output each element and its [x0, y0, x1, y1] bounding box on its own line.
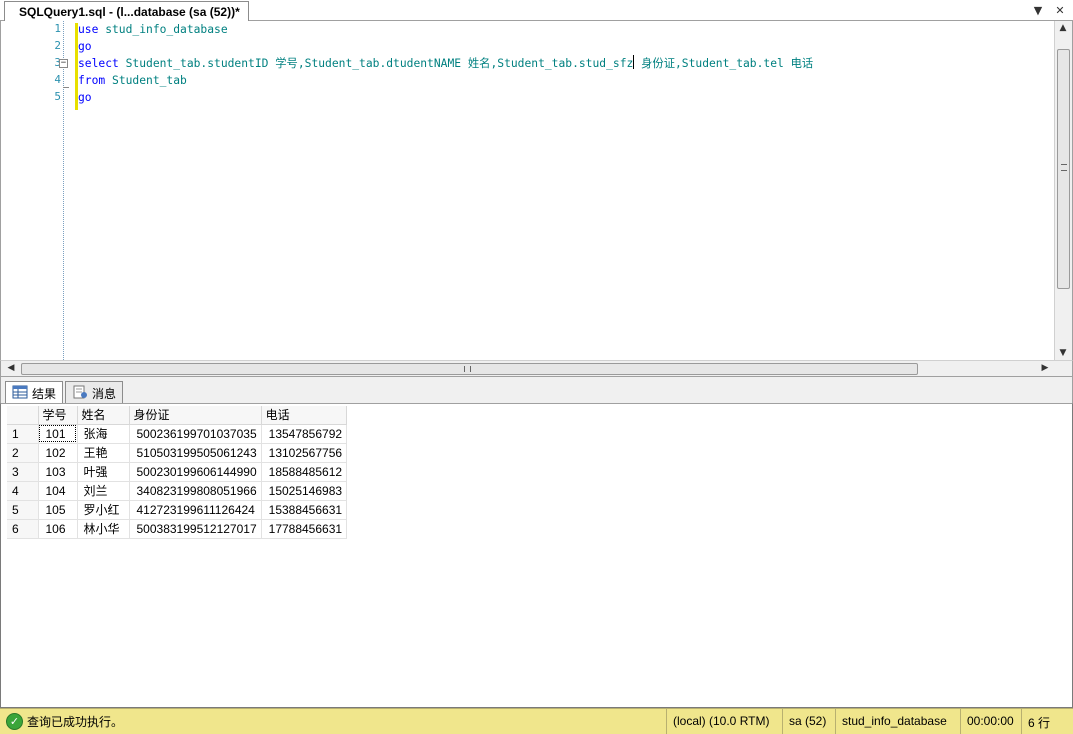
- column-header[interactable]: 姓名: [77, 406, 130, 425]
- row-number[interactable]: 4: [7, 481, 39, 501]
- grid-cell[interactable]: 340823199808051966: [129, 481, 262, 501]
- editor-gutter: 1 2 3 4 5 −: [1, 21, 78, 360]
- grid-cell[interactable]: 王艳: [77, 443, 130, 463]
- table-row[interactable]: 2 102 王艳 510503199505061243 13102567756: [7, 443, 348, 463]
- table-row[interactable]: 3 103 叶强 500230199606144990 18588485612: [7, 462, 348, 482]
- collapse-icon[interactable]: −: [59, 59, 68, 68]
- tab-tools: ▼ ✕: [1029, 2, 1069, 18]
- grid-cell[interactable]: 500230199606144990: [129, 462, 262, 482]
- keyword: select: [78, 57, 119, 70]
- close-icon[interactable]: ✕: [1051, 2, 1069, 18]
- row-number[interactable]: 3: [7, 462, 39, 482]
- query-document-tab[interactable]: SQLQuery1.sql - (l...database (sa (52))*: [4, 1, 249, 22]
- grid-cell[interactable]: 500236199701037035: [129, 424, 262, 444]
- outline-guide: [63, 21, 64, 360]
- table-row[interactable]: 5 105 罗小红 412723199611126424 15388456631: [7, 500, 348, 520]
- status-elapsed-time: 00:00:00: [960, 709, 1021, 734]
- results-grid-pane[interactable]: 学号 姓名 身份证 电话 1 101 张海 500236199701037035…: [0, 403, 1073, 708]
- results-grid[interactable]: 学号 姓名 身份证 电话 1 101 张海 500236199701037035…: [7, 406, 348, 539]
- code-text: Student_tab: [105, 74, 187, 87]
- query-editor[interactable]: 1 2 3 4 5 − use stud_info_database go se…: [0, 21, 1073, 360]
- column-header[interactable]: 身份证: [129, 406, 262, 425]
- scroll-up-arrow-icon[interactable]: ▲: [1055, 21, 1071, 35]
- grid-cell[interactable]: 104: [38, 481, 78, 501]
- code-line: use stud_info_database: [78, 21, 228, 38]
- vertical-scroll-thumb[interactable]: [1057, 49, 1070, 289]
- grip-icon: [464, 366, 471, 372]
- code-line: select Student_tab.studentID 学号,Student_…: [78, 55, 813, 72]
- grid-icon: [12, 385, 28, 399]
- status-server: (local) (10.0 RTM): [666, 709, 782, 734]
- grid-cell[interactable]: 13547856792: [261, 424, 348, 444]
- table-row[interactable]: 4 104 刘兰 340823199808051966 15025146983: [7, 481, 348, 501]
- status-message-group: ✓ 查询已成功执行。: [6, 713, 123, 730]
- grid-cell[interactable]: 510503199505061243: [129, 443, 262, 463]
- status-bar: ✓ 查询已成功执行。 (local) (10.0 RTM) sa (52) st…: [0, 708, 1073, 734]
- column-header[interactable]: 学号: [38, 406, 78, 425]
- status-database: stud_info_database: [835, 709, 960, 734]
- grid-cell[interactable]: 106: [38, 519, 78, 539]
- grid-cell[interactable]: 17788456631: [261, 519, 348, 539]
- line-number: 1: [54, 22, 61, 35]
- grid-cell[interactable]: 102: [38, 443, 78, 463]
- row-number[interactable]: 1: [7, 424, 39, 444]
- row-header-corner[interactable]: [7, 406, 39, 425]
- scroll-right-arrow-icon[interactable]: ▶: [1037, 361, 1053, 375]
- keyword: go: [78, 91, 92, 104]
- line-number: 5: [54, 90, 61, 103]
- line-number: 4: [54, 73, 61, 86]
- document-tab-strip: SQLQuery1.sql - (l...database (sa (52))*…: [0, 0, 1073, 22]
- code-text: stud_info_database: [98, 23, 228, 36]
- horizontal-scroll-thumb[interactable]: [21, 363, 918, 375]
- table-row[interactable]: 1 101 张海 500236199701037035 13547856792: [7, 424, 348, 444]
- line-number: 2: [54, 39, 61, 52]
- grid-cell[interactable]: 13102567756: [261, 443, 348, 463]
- keyword: go: [78, 40, 92, 53]
- outline-end-marker: [63, 87, 69, 88]
- grid-cell[interactable]: 叶强: [77, 462, 130, 482]
- grid-cell[interactable]: 15388456631: [261, 500, 348, 520]
- status-row-count: 6 行: [1021, 709, 1073, 734]
- grid-cell[interactable]: 林小华: [77, 519, 130, 539]
- tab-messages[interactable]: 消息: [65, 381, 124, 403]
- row-number[interactable]: 6: [7, 519, 39, 539]
- grid-cell[interactable]: 500383199512127017: [129, 519, 262, 539]
- grid-cell[interactable]: 105: [38, 500, 78, 520]
- grid-cell[interactable]: 412723199611126424: [129, 500, 262, 520]
- message-icon: [73, 385, 87, 399]
- tab-dropdown-icon[interactable]: ▼: [1029, 2, 1047, 18]
- code-line: go: [78, 89, 92, 106]
- code-line: from Student_tab: [78, 72, 187, 89]
- code-line: go: [78, 38, 92, 55]
- grid-cell[interactable]: 18588485612: [261, 462, 348, 482]
- scroll-down-arrow-icon[interactable]: ▼: [1055, 346, 1071, 360]
- editor-horizontal-scrollbar[interactable]: ◀ ▶: [0, 360, 1073, 377]
- tab-label: 结果: [32, 387, 57, 401]
- row-number[interactable]: 5: [7, 500, 39, 520]
- grid-cell[interactable]: 15025146983: [261, 481, 348, 501]
- keyword: use: [78, 23, 99, 36]
- tab-label: 消息: [92, 387, 117, 401]
- keyword: from: [78, 74, 106, 87]
- code-text: 身份证,Student_tab.tel 电话: [634, 57, 814, 70]
- line-number: 3: [54, 56, 61, 69]
- grid-cell[interactable]: 罗小红: [77, 500, 130, 520]
- grid-cell[interactable]: 101: [38, 424, 78, 444]
- editor-vertical-scrollbar[interactable]: ▲ ▼: [1054, 21, 1072, 360]
- scroll-left-arrow-icon[interactable]: ◀: [3, 361, 19, 375]
- grid-cell[interactable]: 张海: [77, 424, 130, 444]
- grid-cell[interactable]: 刘兰: [77, 481, 130, 501]
- row-number[interactable]: 2: [7, 443, 39, 463]
- grid-cell[interactable]: 103: [38, 462, 78, 482]
- tab-results[interactable]: 结果: [5, 381, 64, 404]
- column-header[interactable]: 电话: [261, 406, 348, 425]
- grid-header-row: 学号 姓名 身份证 电话: [7, 406, 348, 425]
- status-message: 查询已成功执行。: [27, 715, 124, 729]
- grip-icon: [1061, 164, 1067, 171]
- results-tab-strip: 结果 消息: [0, 377, 1073, 404]
- status-user: sa (52): [782, 709, 835, 734]
- table-row[interactable]: 6 106 林小华 500383199512127017 17788456631: [7, 519, 348, 539]
- success-check-icon: ✓: [6, 713, 23, 730]
- code-text: Student_tab.studentID 学号,Student_tab.dtu…: [118, 57, 634, 70]
